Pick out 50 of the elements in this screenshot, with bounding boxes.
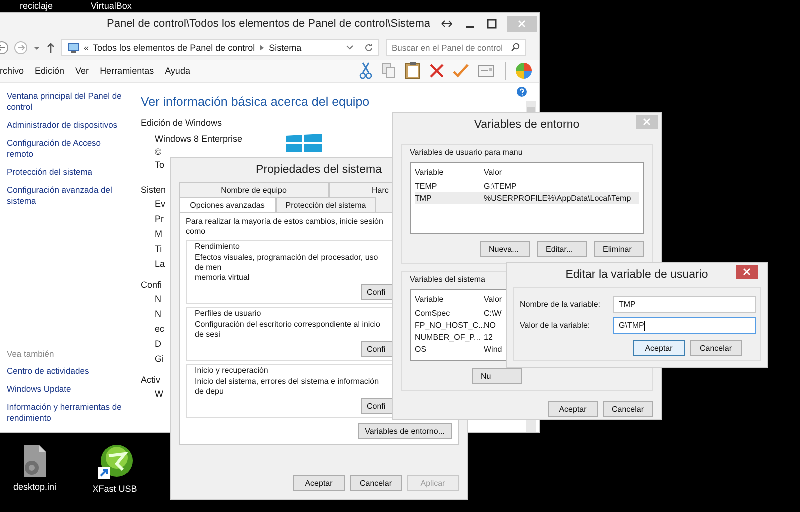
group-title: Inicio y recuperación (195, 366, 268, 375)
group-title: Variables del sistema (410, 275, 486, 284)
desktop-icon-label: VirtualBox (91, 1, 132, 11)
info-text: Confi (141, 279, 164, 291)
variable-name: ComSpec (415, 308, 452, 318)
info-text: Ev (155, 198, 167, 211)
section-heading: Vea también (7, 349, 56, 359)
description-text: Inicio del sistema, errores del sistema e información de depu (195, 377, 380, 397)
window-title: Editar la variable de usuario (566, 269, 708, 281)
variable-name: FP_NO_HOST_C... (415, 320, 484, 330)
info-text: ec (155, 323, 166, 336)
variable-value: G:\TEMP (484, 182, 517, 190)
info-text: © (155, 147, 163, 158)
variable-name: TEMP (415, 182, 438, 190)
group-title: Rendimiento (195, 242, 240, 251)
page-heading: Ver información básica acerca del equipo (141, 95, 370, 109)
info-text: D (155, 338, 162, 351)
variable-name: NUMBER_OF_P... (415, 332, 482, 342)
info-text: Ti (155, 243, 164, 256)
desktop-icon-label: desktop.ini (13, 482, 57, 492)
window-title: Propiedades del sistema (256, 164, 382, 176)
variable-value: %USERPROFILE%\AppData\Local\Temp (484, 194, 632, 202)
field-label: Nombre de la variable: (520, 300, 602, 309)
window-title: Variables de entorno (474, 119, 580, 131)
window-title: Panel de control\Todos los elementos de Panel de control\Sistema (107, 18, 430, 30)
variable-value: NO (484, 320, 496, 330)
variable-value: 12 (484, 332, 493, 342)
edition-text: Windows 8 Enterprise (155, 134, 244, 145)
group-title: Perfiles de usuario (195, 309, 262, 318)
variable-name: OS (415, 344, 428, 354)
variable-value: Wind (484, 344, 502, 354)
info-text: Pr (155, 213, 165, 226)
info-text: Gi (155, 353, 165, 366)
info-text: Sisten (141, 184, 165, 196)
desktop-icon-label: reciclaje (20, 1, 54, 11)
info-text: La (155, 258, 166, 271)
info-text: W (155, 388, 164, 401)
description-text: memoria virtual (195, 273, 251, 283)
info-text: N (155, 308, 162, 321)
group-title: Variables de usuario para manu (410, 148, 523, 157)
info-text: N (155, 293, 162, 306)
variable-value: C:\W (484, 308, 502, 318)
field-label: Valor de la variable: (520, 321, 592, 330)
description-text: Configuración del escritorio correspondiente al inicio de sesi (195, 320, 382, 340)
info-text: Para realizar la mayoría de estos cambios, inicie sesión como (186, 217, 384, 237)
variable-name: TMP (415, 194, 433, 202)
desktop-icon-label: XFast USB (92, 484, 138, 494)
info-text: Activ (141, 374, 162, 386)
info-text: M (155, 228, 164, 241)
section-heading: Edición de Windows (141, 118, 222, 128)
